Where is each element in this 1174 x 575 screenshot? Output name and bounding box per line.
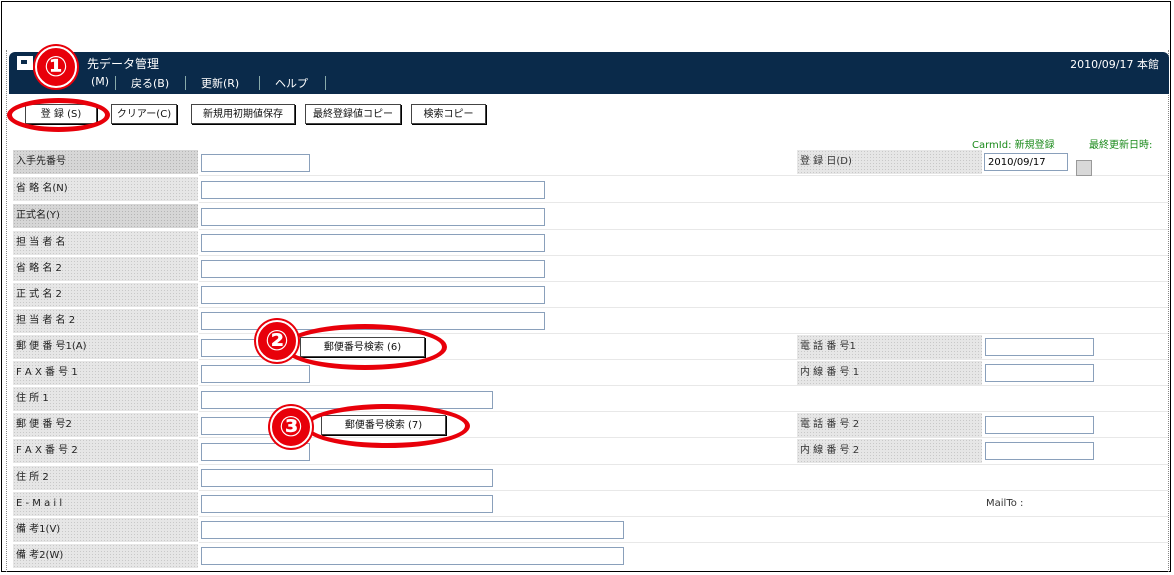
formal-name2-input[interactable] <box>201 286 545 304</box>
label-fax2: F A X 番 号 2 <box>13 439 198 463</box>
label-zip1: 郵 便 番 号1(A) <box>13 335 198 359</box>
label-note1: 備 考1(V) <box>13 518 198 542</box>
row-divider <box>199 516 1168 517</box>
menu-divider <box>115 76 116 90</box>
label-short-name2: 省 略 名 2 <box>13 257 198 281</box>
menu-item-update[interactable]: 更新(R) <box>201 75 239 91</box>
menu-divider <box>185 76 186 90</box>
row-divider <box>199 202 1168 203</box>
address2-input[interactable] <box>201 469 493 487</box>
label-ext1: 内 線 番 号 1 <box>797 361 982 385</box>
label-fax1: F A X 番 号 1 <box>13 361 198 385</box>
date-location: 2010/09/17 本館 <box>1070 58 1159 71</box>
search-copy-button[interactable]: 検索コピー <box>411 104 486 124</box>
note1-input[interactable] <box>201 521 624 539</box>
mailto-label: MailTo : <box>986 498 1024 509</box>
ext2-input[interactable] <box>985 442 1094 460</box>
short-name-input[interactable] <box>201 181 545 199</box>
label-reg-date: 登 録 日(D) <box>797 150 982 174</box>
row-divider <box>199 229 1168 230</box>
label-short-name: 省 略 名(N) <box>13 177 198 201</box>
tel1-input[interactable] <box>985 338 1094 356</box>
reg-date-input[interactable] <box>984 153 1068 171</box>
row-divider <box>199 175 1168 176</box>
window-right-edge <box>1168 50 1170 572</box>
title-bar: 先データ管理 2010/09/17 本館 (M) 戻る(B) 更新(R) ヘルプ <box>9 52 1169 94</box>
register-button[interactable]: 登 録 (S) <box>25 104 97 124</box>
row-divider <box>199 464 1168 465</box>
zip-search-button-2[interactable]: 郵便番号検索 (7) <box>321 415 446 435</box>
clear-button[interactable]: クリアー(C) <box>111 104 177 124</box>
email-input[interactable] <box>201 495 493 513</box>
row-divider <box>199 490 1168 491</box>
label-tel1: 電 話 番 号1 <box>797 335 982 359</box>
row-divider <box>199 281 1168 282</box>
fax1-input[interactable] <box>201 365 310 383</box>
menu-item-help[interactable]: ヘルプ <box>275 75 308 91</box>
row-divider <box>199 333 1168 334</box>
label-formal-name2: 正 式 名 2 <box>13 283 198 307</box>
row-divider <box>199 385 1168 386</box>
row-divider <box>199 359 1168 360</box>
short-name2-input[interactable] <box>201 260 545 278</box>
menu-divider <box>259 76 260 90</box>
person2-input[interactable] <box>201 312 545 330</box>
copy-last-button[interactable]: 最終登録値コピー <box>305 104 401 124</box>
note2-input[interactable] <box>201 547 624 565</box>
formal-name-input[interactable] <box>201 208 545 226</box>
tel2-input[interactable] <box>985 416 1094 434</box>
menu-divider <box>325 76 326 90</box>
menu-bar: (M) 戻る(B) 更新(R) ヘルプ <box>9 73 1169 93</box>
last-updated-label: 最終更新日時: <box>1089 140 1153 151</box>
label-tel2: 電 話 番 号 2 <box>797 413 982 437</box>
row-divider <box>199 411 1168 412</box>
label-email: E - M a i l <box>13 492 198 516</box>
annotation-number-1: ① <box>35 46 77 88</box>
menu-item-back[interactable]: 戻る(B) <box>131 75 169 91</box>
row-divider <box>199 255 1168 256</box>
row-divider <box>199 542 1168 543</box>
annotation-number-2: ② <box>256 320 298 362</box>
label-person: 担 当 者 名 <box>13 231 198 255</box>
label-supplier-no: 入手先番号 <box>13 150 198 174</box>
label-person2: 担 当 者 名 2 <box>13 309 198 333</box>
supplier-no-input[interactable] <box>201 154 310 172</box>
person-input[interactable] <box>201 234 545 252</box>
row-divider <box>199 437 1168 438</box>
label-formal-name: 正式名(Y) <box>13 204 198 228</box>
app-logo-icon <box>17 56 33 70</box>
ext1-input[interactable] <box>985 364 1094 382</box>
zip-search-button-1[interactable]: 郵便番号検索 (6) <box>300 337 425 357</box>
label-address2: 住 所 2 <box>13 466 198 490</box>
menu-item-main[interactable]: (M) <box>91 75 109 88</box>
label-zip2: 郵 便 番 号2 <box>13 413 198 437</box>
label-ext2: 内 線 番 号 2 <box>797 439 982 463</box>
carm-id-status: CarmId: 新規登録 <box>972 140 1055 151</box>
label-address1: 住 所 1 <box>13 387 198 411</box>
save-initial-button[interactable]: 新規用初期値保存 <box>191 104 295 124</box>
annotation-number-3: ③ <box>270 406 312 448</box>
window-title: 先データ管理 <box>87 57 160 71</box>
label-note2: 備 考2(W) <box>13 544 198 568</box>
calendar-icon[interactable] <box>1076 160 1092 176</box>
row-divider <box>199 307 1168 308</box>
address1-input[interactable] <box>201 391 493 409</box>
